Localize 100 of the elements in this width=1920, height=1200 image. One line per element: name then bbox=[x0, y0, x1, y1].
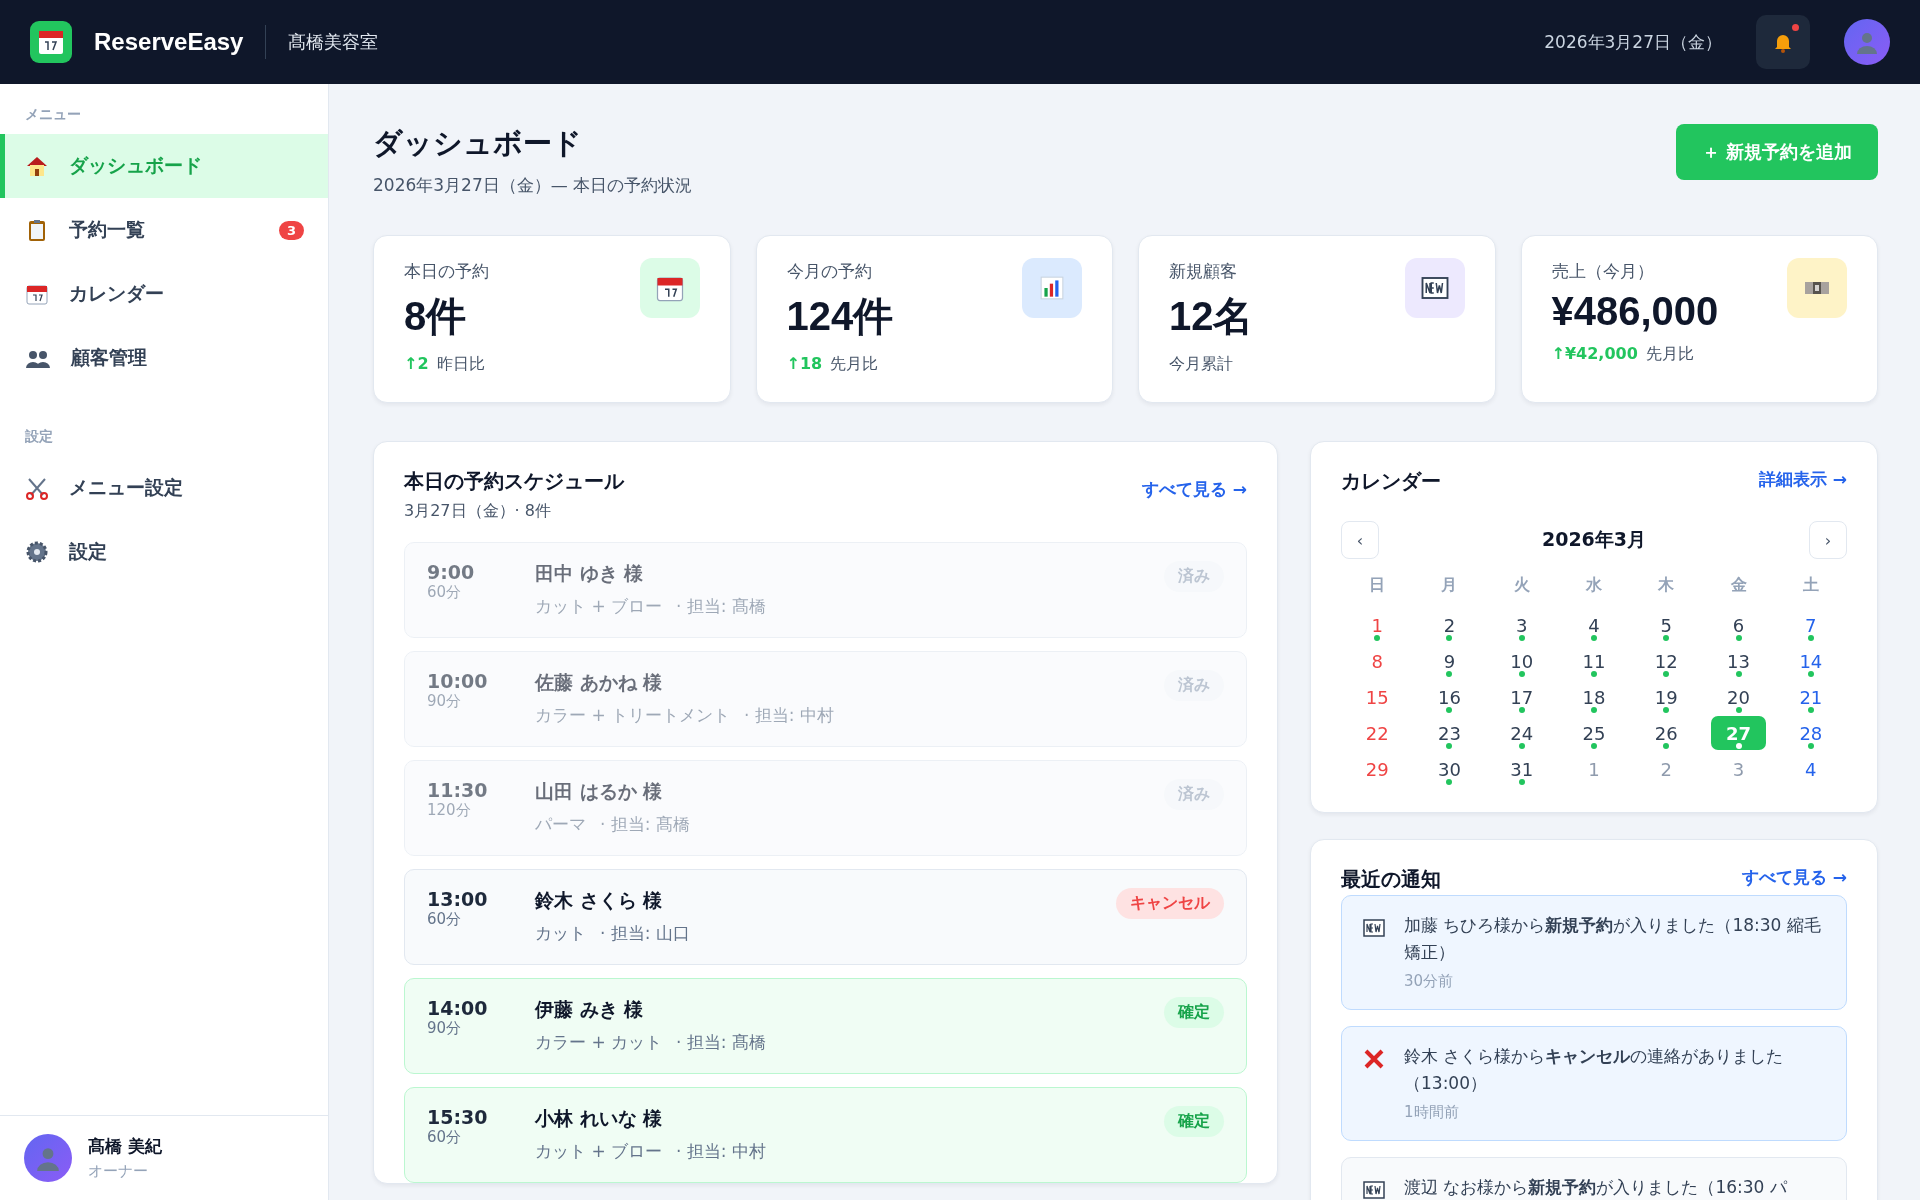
calendar-day[interactable]: 22 bbox=[1350, 716, 1405, 750]
time: 14:00 bbox=[427, 997, 489, 1019]
calendar-day[interactable]: 9 bbox=[1422, 644, 1477, 678]
calendar-day[interactable]: 30 bbox=[1422, 752, 1477, 786]
calendar-day[interactable]: 19 bbox=[1639, 680, 1694, 714]
time: 10:00 bbox=[427, 670, 489, 692]
status-badge: 確定 bbox=[1164, 997, 1224, 1028]
reservation-row[interactable]: 14:00 90分 伊藤 みき 様 カラー + カット · 担当: 髙橋 確定 bbox=[404, 978, 1247, 1074]
weekday-label: 月 bbox=[1440, 575, 1459, 596]
calendar-day[interactable]: 12 bbox=[1639, 644, 1694, 678]
calendar-day[interactable]: 26 bbox=[1639, 716, 1694, 750]
sidebar-item[interactable]: メニュー設定 bbox=[0, 456, 328, 520]
customer-name: 田中 ゆき 様 bbox=[535, 561, 645, 586]
status-badge: キャンセル bbox=[1116, 888, 1224, 919]
stat-delta: ↑2 bbox=[404, 354, 429, 375]
calendar-day[interactable]: 24 bbox=[1494, 716, 1549, 750]
duration: 60分 bbox=[427, 1128, 463, 1147]
reservation-row[interactable]: 13:00 60分 鈴木 さくら 様 カット · 担当: 山口 キャンセル bbox=[404, 869, 1247, 965]
sidebar-item[interactable]: 顧客管理 bbox=[0, 326, 328, 390]
calendar-day[interactable]: 3 bbox=[1494, 608, 1549, 642]
reservation-row[interactable]: 15:30 60分 小林 れいな 様 カット + ブロー · 担当: 中村 確定 bbox=[404, 1087, 1247, 1183]
stat-note: 先月比 bbox=[830, 354, 879, 375]
status-badge: 済み bbox=[1164, 561, 1224, 592]
customer-name: 小林 れいな 様 bbox=[535, 1106, 664, 1131]
duration: 60分 bbox=[427, 910, 463, 929]
time: 15:30 bbox=[427, 1106, 489, 1128]
service-menu: カラー + カット bbox=[535, 1031, 663, 1054]
calendar-day[interactable]: 20 bbox=[1711, 680, 1766, 714]
reservation-row[interactable]: 10:00 90分 佐藤 あかね 様 カラー + トリートメント · 担当: 中村 済み bbox=[404, 651, 1247, 747]
calendar-day[interactable]: 6 bbox=[1711, 608, 1766, 642]
calendar-day[interactable]: 29 bbox=[1350, 752, 1405, 786]
service-menu: カット + ブロー bbox=[535, 595, 663, 618]
calendar-day[interactable]: 25 bbox=[1566, 716, 1622, 750]
calendar-day[interactable]: 4 bbox=[1566, 608, 1622, 642]
stat-label: 売上（今月） bbox=[1551, 260, 1655, 283]
staff-name: · 担当: 中村 bbox=[676, 1140, 766, 1163]
house-icon bbox=[25, 154, 49, 178]
header-date: 2026年3月27日（金） bbox=[1544, 30, 1722, 54]
see-all-link[interactable]: すべて見る → bbox=[1741, 866, 1847, 889]
notification-button[interactable] bbox=[1756, 15, 1810, 69]
customer-name: 山田 はるか 様 bbox=[535, 779, 664, 804]
sidebar-item[interactable]: カレンダー bbox=[0, 262, 328, 326]
previous-month-button[interactable]: ‹ bbox=[1341, 521, 1379, 559]
calendar-day[interactable]: 31 bbox=[1494, 752, 1549, 786]
calendar-day[interactable]: 21 bbox=[1783, 680, 1838, 714]
notification-item[interactable]: 鈴木 さくら様からキャンセルの連絡がありました（13:00） 1時間前 bbox=[1341, 1026, 1847, 1141]
weekday-label: 日 bbox=[1368, 575, 1387, 596]
calendar-day[interactable]: 8 bbox=[1350, 644, 1405, 678]
service-menu: カット + ブロー bbox=[535, 1140, 663, 1163]
notification-item[interactable]: 渡辺 なお様から新規予約が入りました（16:30 パ bbox=[1341, 1157, 1847, 1200]
gear-icon bbox=[25, 540, 49, 564]
calendar-day[interactable]: 4 bbox=[1783, 752, 1838, 786]
customer-name: 鈴木 さくら 様 bbox=[535, 888, 664, 913]
calendar-day[interactable]: 10 bbox=[1494, 644, 1549, 678]
card-subtitle: 3月27日（金）· 8件 bbox=[404, 501, 552, 522]
calendar-day[interactable]: 23 bbox=[1422, 716, 1477, 750]
calendar-day[interactable]: 13 bbox=[1711, 644, 1766, 678]
calendar-day[interactable]: 16 bbox=[1422, 680, 1477, 714]
weekday-label: 土 bbox=[1801, 575, 1820, 596]
stat-note: 昨日比 bbox=[436, 354, 485, 375]
stat-value: ¥486,000 bbox=[1551, 289, 1720, 334]
calendar-day[interactable]: 2 bbox=[1422, 608, 1477, 642]
calendar-day[interactable]: 18 bbox=[1566, 680, 1622, 714]
card-title: 本日の予約スケジュール bbox=[404, 468, 624, 495]
staff-name: · 担当: 髙橋 bbox=[676, 1031, 766, 1054]
staff-name: · 担当: 髙橋 bbox=[676, 595, 766, 618]
calendar-day[interactable]: 17 bbox=[1494, 680, 1549, 714]
calendar-day[interactable]: 5 bbox=[1639, 608, 1694, 642]
stat-note: 今月累計 bbox=[1169, 354, 1233, 375]
status-badge: 済み bbox=[1164, 779, 1224, 810]
see-all-link[interactable]: すべて見る → bbox=[1141, 478, 1247, 501]
user-icon bbox=[35, 1145, 61, 1171]
calendar-day[interactable]: 14 bbox=[1783, 644, 1838, 678]
stat-value: 8件 bbox=[404, 293, 468, 340]
user-name: 髙橋 美紀 bbox=[88, 1135, 162, 1158]
reservation-row[interactable]: 9:00 60分 田中 ゆき 様 カット + ブロー · 担当: 髙橋 済み bbox=[404, 542, 1247, 638]
details-link[interactable]: 詳細表示 → bbox=[1758, 468, 1847, 491]
calendar-day[interactable]: 1 bbox=[1350, 608, 1405, 642]
calendar-icon bbox=[25, 282, 49, 306]
calendar-day[interactable]: 28 bbox=[1783, 716, 1838, 750]
reservation-row[interactable]: 11:30 120分 山田 はるか 様 パーマ · 担当: 髙橋 済み bbox=[404, 760, 1247, 856]
notification-item[interactable]: 加藤 ちひろ様から新規予約が入りました（18:30 縮毛矯正） 30分前 bbox=[1341, 895, 1847, 1010]
time: 13:00 bbox=[427, 888, 489, 910]
sidebar-item[interactable]: 予約一覧 3 bbox=[0, 198, 328, 262]
avatar[interactable] bbox=[1844, 19, 1890, 65]
stat-label: 本日の予約 bbox=[404, 260, 490, 283]
stat-value: 12名 bbox=[1169, 293, 1255, 340]
sidebar-item[interactable]: 設定 bbox=[0, 520, 328, 584]
stat-delta: ↑18 bbox=[786, 354, 823, 375]
notification-time: 1時間前 bbox=[1404, 1103, 1460, 1122]
calendar-day[interactable]: 15 bbox=[1350, 680, 1405, 714]
service-menu: カット bbox=[535, 922, 586, 945]
page-title: ダッシュボード bbox=[373, 125, 583, 162]
calendar-icon bbox=[30, 21, 72, 63]
calendar-day[interactable]: 11 bbox=[1566, 644, 1622, 678]
next-month-button[interactable]: › bbox=[1809, 521, 1847, 559]
calendar-day[interactable]: 7 bbox=[1783, 608, 1838, 642]
page-subtitle: 2026年3月27日（金）— 本日の予約状況 bbox=[373, 174, 693, 197]
shop-name: 髙橋美容室 bbox=[288, 30, 379, 54]
notification-text: 鈴木 さくら様からキャンセルの連絡がありました（13:00） bbox=[1404, 1045, 1785, 1095]
